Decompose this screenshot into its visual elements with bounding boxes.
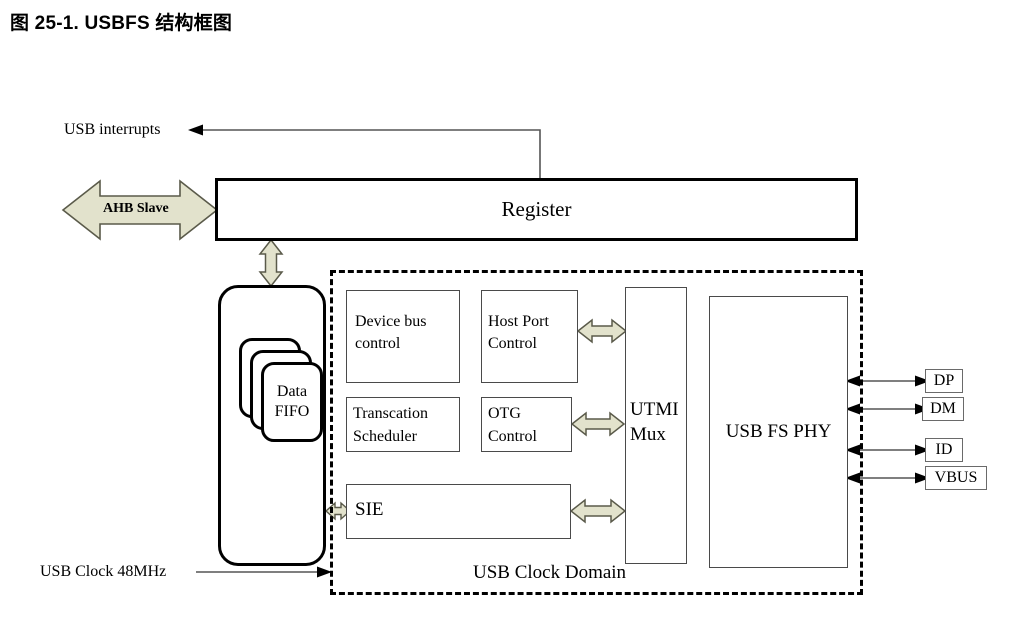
transcation-scheduler-label-line1: Transcation — [353, 405, 428, 422]
block-transcation-scheduler[interactable]: Transcation Scheduler — [346, 397, 460, 452]
block-utmi-mux[interactable]: UTMI Mux — [625, 287, 687, 564]
usb-fs-phy-label: USB FS PHY — [725, 421, 832, 442]
transcation-scheduler-label-line2: Scheduler — [353, 428, 417, 446]
utmi-mux-label-line1: UTMI — [630, 399, 679, 420]
device-bus-control-label-line2: control — [355, 334, 401, 352]
pin-label-dm: DM — [930, 400, 956, 417]
block-otg-control[interactable]: OTG Control — [481, 397, 572, 452]
device-bus-control-label-line1: Device bus — [355, 313, 427, 330]
ahb-slave-label: AHB Slave — [103, 201, 169, 216]
usb-clock-domain-label: USB Clock Domain — [473, 562, 627, 583]
pin-box-dp[interactable]: DP — [925, 369, 963, 393]
pin-label-id: ID — [935, 441, 953, 458]
pin-label-vbus: VBUS — [934, 469, 978, 486]
utmi-mux-label-line2: Mux — [630, 423, 666, 445]
usb-interrupts-label: USB interrupts — [64, 121, 161, 138]
usb-clock-label: USB Clock 48MHz — [40, 563, 167, 580]
pin-box-vbus[interactable]: VBUS — [925, 466, 987, 490]
otg-control-label-line2: Control — [488, 428, 537, 446]
host-port-control-label-line1: Host Port — [488, 313, 549, 330]
usb-clock-connector — [196, 566, 332, 578]
data-fifo-label-line1: Data — [276, 383, 308, 400]
usb-interrupts-connector — [188, 124, 541, 178]
data-fifo-card-front: Data FIFO — [261, 362, 323, 442]
host-port-control-label-line2: Control — [488, 334, 537, 352]
block-sie[interactable]: SIE — [346, 484, 571, 539]
block-register-label: Register — [501, 197, 572, 221]
block-sie-label: SIE — [355, 499, 384, 520]
data-fifo-label-line2: FIFO — [274, 403, 310, 420]
block-data-fifo-container[interactable]: Data FIFO — [218, 285, 326, 566]
pin-label-dp: DP — [933, 372, 955, 389]
block-host-port-control[interactable]: Host Port Control — [481, 290, 578, 383]
register-domain-arrow — [258, 238, 284, 288]
block-register[interactable]: Register — [215, 178, 858, 241]
block-device-bus-control[interactable]: Device bus control — [346, 290, 460, 383]
otg-control-label-line1: OTG — [488, 405, 521, 422]
pin-box-dm[interactable]: DM — [922, 397, 964, 421]
block-usb-fs-phy[interactable]: USB FS PHY — [709, 296, 848, 568]
pin-box-id[interactable]: ID — [925, 438, 963, 462]
